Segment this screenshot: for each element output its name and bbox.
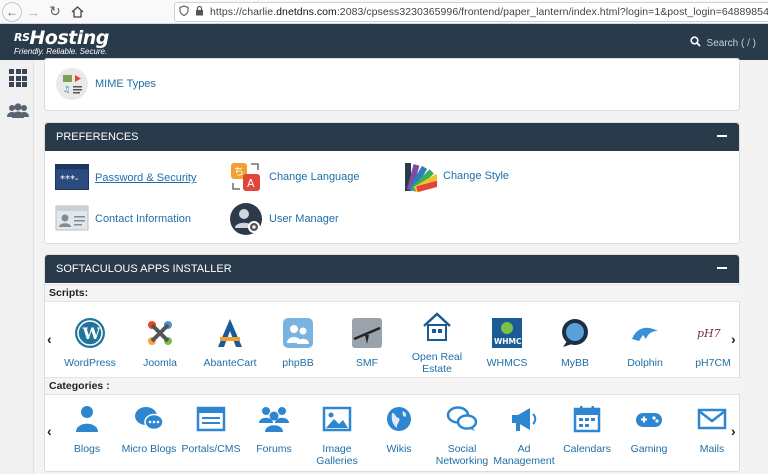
category-blogs[interactable]: Blogs [55, 403, 119, 455]
user-manager-icon [229, 202, 263, 236]
search-icon [689, 36, 701, 50]
browser-window-icon [195, 403, 227, 435]
category-image-galleries[interactable]: Image Galleries [305, 403, 369, 467]
svg-text:pH7: pH7 [697, 327, 721, 340]
mime-types-link[interactable]: MIME Types [95, 78, 156, 90]
scripts-label: Scripts: [45, 284, 741, 302]
user-manager-link[interactable]: User Manager [269, 213, 339, 225]
cpanel-header: RSHosting Friendly. Reliable. Secure. Se… [0, 24, 768, 60]
category-ad-management[interactable]: Ad Management [492, 403, 556, 467]
globe-icon [383, 403, 415, 435]
category-wikis[interactable]: Wikis [367, 403, 431, 455]
password-security-link[interactable]: Password & Security [95, 172, 196, 184]
logo[interactable]: RSHosting Friendly. Reliable. Secure. [14, 28, 109, 56]
password-security-item[interactable]: ***- Password & Security [55, 164, 196, 192]
users-icon[interactable] [6, 102, 30, 125]
script-mybb[interactable]: MyBB [543, 317, 607, 369]
script-phpbb[interactable]: phpBB [266, 317, 330, 369]
preferences-panel: PREFERENCES ***- Password & Security ち A… [44, 122, 740, 244]
svg-text:ち: ち [234, 166, 244, 178]
category-gaming[interactable]: Gaming [617, 403, 681, 455]
calendar-icon [571, 403, 603, 435]
group-icon [258, 403, 290, 435]
collapse-icon[interactable] [717, 135, 727, 137]
address-bar[interactable]: https://charlie.dnetdns.com:2083/cpsess3… [174, 2, 768, 22]
panel-title: SOFTACULOUS APPS INSTALLER [56, 263, 232, 275]
svg-text:♫: ♫ [63, 85, 70, 94]
comment-bubbles-icon [446, 403, 478, 435]
mime-types-icon: ♫ [55, 68, 89, 100]
contact-information-link[interactable]: Contact Information [95, 213, 191, 225]
contact-information-item[interactable]: Contact Information [55, 205, 191, 233]
house-icon [421, 311, 453, 343]
svg-text:***-: ***- [60, 174, 79, 185]
mybb-icon [559, 317, 591, 349]
category-portals-cms[interactable]: Portals/CMS [179, 403, 243, 455]
script-open-real-estate[interactable]: Open Real Estate [405, 311, 469, 375]
reload-icon[interactable]: ↻ [44, 1, 66, 23]
svg-text:A: A [247, 177, 255, 190]
panel-title: PREFERENCES [56, 131, 139, 143]
change-style-item[interactable]: Change Style [403, 159, 509, 193]
ph7cms-icon: pH7 [697, 317, 729, 349]
phpbb-icon [282, 317, 314, 349]
softaculous-header[interactable]: SOFTACULOUS APPS INSTALLER [45, 255, 739, 283]
url-text: https://charlie.dnetdns.com:2083/cpsess3… [210, 6, 768, 18]
change-style-link[interactable]: Change Style [443, 170, 509, 182]
smf-icon [351, 317, 383, 349]
contact-card-icon [55, 205, 89, 233]
categories-prev-arrow[interactable]: ‹ [47, 423, 52, 439]
files-panel: ♫ MIME Types [44, 58, 740, 111]
script-dolphin[interactable]: Dolphin [613, 317, 677, 369]
envelope-icon [696, 403, 728, 435]
wordpress-icon: W [74, 317, 106, 349]
left-sidebar [0, 60, 34, 474]
gamepad-icon [633, 403, 665, 435]
back-arrow-icon[interactable]: ← [2, 1, 22, 22]
categories-label: Categories : [45, 377, 741, 395]
search-input[interactable]: Search ( / ) [689, 36, 756, 50]
category-micro-blogs[interactable]: Micro Blogs [117, 403, 181, 455]
script-joomla[interactable]: Joomla [128, 317, 192, 369]
softaculous-panel: SOFTACULOUS APPS INSTALLER Scripts: ‹ W … [44, 254, 741, 472]
categories-next-arrow[interactable]: › [731, 423, 736, 439]
mime-types-item[interactable]: ♫ MIME Types [55, 68, 156, 100]
home-icon[interactable] [66, 1, 88, 23]
script-whmcs[interactable]: WHMCS WHMCS [475, 317, 539, 369]
collapse-icon[interactable] [717, 267, 727, 269]
change-language-link[interactable]: Change Language [269, 171, 360, 183]
category-calendars[interactable]: Calendars [555, 403, 619, 455]
joomla-icon [144, 317, 176, 349]
image-icon [321, 403, 353, 435]
svg-text:W: W [82, 324, 102, 343]
script-abantecart[interactable]: AbanteCart [198, 317, 262, 369]
person-icon [71, 403, 103, 435]
whmcs-icon: WHMCS [491, 317, 527, 349]
palette-icon [403, 159, 443, 193]
megaphone-icon [508, 403, 540, 435]
shield-icon [179, 5, 189, 19]
abantecart-icon [214, 317, 246, 349]
preferences-header[interactable]: PREFERENCES [45, 123, 739, 151]
logo-tagline: Friendly. Reliable. Secure. [14, 47, 108, 56]
language-icon: ち A [229, 161, 263, 193]
browser-toolbar: ← → ↻ https://charlie.dnetdns.com:2083/c… [0, 0, 768, 24]
chat-bubbles-icon [133, 403, 165, 435]
apps-grid-icon[interactable] [9, 69, 27, 87]
change-language-item[interactable]: ち A Change Language [229, 161, 360, 193]
user-manager-item[interactable]: User Manager [229, 202, 339, 236]
svg-text:WHMCS: WHMCS [494, 337, 523, 346]
scripts-prev-arrow[interactable]: ‹ [47, 331, 52, 347]
scripts-next-arrow[interactable]: › [731, 331, 736, 347]
lock-icon [195, 5, 204, 19]
password-icon: ***- [55, 164, 89, 192]
forward-arrow-icon[interactable]: → [22, 1, 44, 23]
category-social-networking[interactable]: Social Networking [430, 403, 494, 467]
script-wordpress[interactable]: W WordPress [58, 317, 122, 369]
category-forums[interactable]: Forums [242, 403, 306, 455]
dolphin-icon [629, 317, 661, 349]
script-smf[interactable]: SMF [335, 317, 399, 369]
